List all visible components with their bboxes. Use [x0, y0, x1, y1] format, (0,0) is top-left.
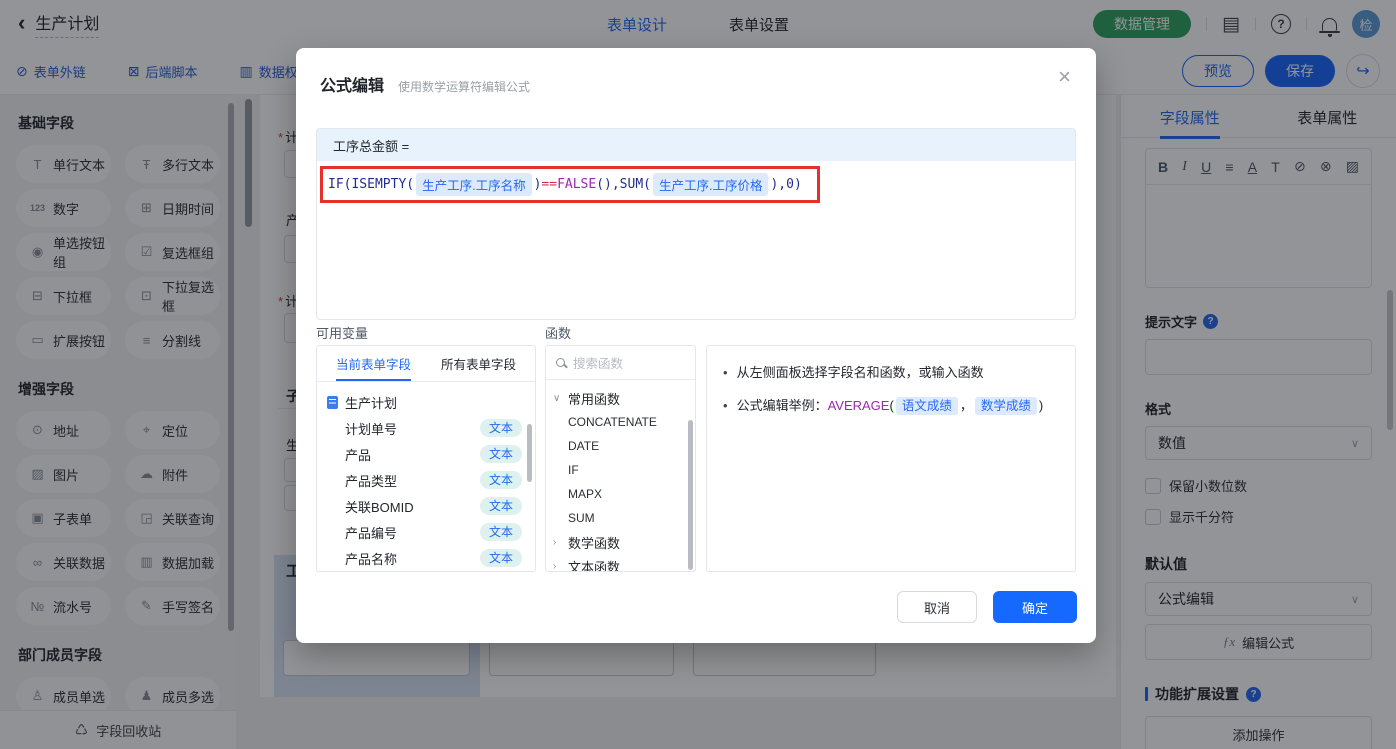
variable-type-badge: 文本 — [479, 549, 522, 567]
function-item[interactable]: IF — [546, 458, 695, 482]
cancel-button[interactable]: 取消 — [897, 591, 977, 623]
chevron-right-icon: › — [553, 536, 557, 548]
modal-footer: 取消 确定 — [897, 591, 1077, 623]
variable-name: 产品名称 — [345, 551, 398, 567]
variable-type-badge: 文本 — [479, 497, 522, 515]
variables-rows: 计划单号 文本 产品 文本 产品类型 文本 关联BOMID 文本 产品编号 文本… — [317, 415, 535, 571]
variable-row[interactable]: 关联BOMID 文本 — [317, 493, 535, 519]
variable-row[interactable]: 产品 文本 — [317, 441, 535, 467]
variable-type-badge: 文本 — [479, 419, 522, 437]
functions-scrollbar[interactable] — [688, 420, 693, 570]
variable-name: 计划单号 — [345, 421, 398, 437]
example-token: ( — [889, 398, 894, 413]
function-groups: › 数学函数 › 文本函数 — [546, 530, 695, 572]
variable-type-badge: 文本 — [479, 471, 522, 489]
help-line-1: • 从左侧面板选择字段名和函数，或输入函数 — [723, 363, 1059, 383]
modal-header: 公式编辑 使用数学运算符编辑公式 — [296, 48, 1096, 96]
variables-tree-root[interactable]: 生产计划 — [317, 389, 535, 415]
function-search[interactable]: 搜索函数 — [546, 346, 695, 380]
example-token: ) — [1038, 398, 1044, 413]
variables-tab[interactable]: 所有表单字段 — [441, 346, 516, 381]
confirm-button[interactable]: 确定 — [993, 591, 1077, 623]
variables-label: 可用变量 — [316, 326, 369, 341]
variable-name: 产品类型 — [345, 473, 398, 489]
variables-scrollbar[interactable] — [527, 424, 532, 482]
help-example: 公式编辑举例：AVERAGE(语文成绩，数学成绩) — [736, 396, 1044, 416]
variables-panel: 当前表单字段 所有表单字段 生产计划 计划单号 文本 产品 文本 产品类型 文本… — [316, 345, 536, 572]
formula-token: == — [541, 177, 558, 192]
formula-token: 生产工序.工序价格 — [653, 173, 769, 196]
example-token: AVERAGE — [827, 398, 890, 413]
example-token: 数学成绩 — [974, 397, 1037, 415]
help-panel: • 从左侧面板选择字段名和函数，或输入函数 • 公式编辑举例：AVERAGE(语… — [706, 345, 1076, 572]
formula-token: ),0) — [770, 177, 802, 192]
bullet: • — [723, 398, 728, 413]
variable-row[interactable]: 产品名称 文本 — [317, 545, 535, 571]
variable-type-badge: 文本 — [479, 445, 522, 463]
function-item[interactable]: DATE — [546, 434, 695, 458]
formula-editor-modal: 公式编辑 使用数学运算符编辑公式 × 工序总金额 = IF(ISEMPTY(生产… — [296, 48, 1096, 643]
search-placeholder: 搜索函数 — [573, 357, 624, 371]
function-item[interactable]: MAPX — [546, 482, 695, 506]
example-token: 语文成绩 — [895, 397, 958, 415]
variable-name: 产品 — [345, 447, 372, 463]
variable-name: 关联BOMID — [345, 499, 414, 515]
modal-title: 公式编辑 — [320, 78, 385, 95]
help-line-2: • 公式编辑举例：AVERAGE(语文成绩，数学成绩) — [723, 396, 1059, 416]
variables-tabs: 当前表单字段 所有表单字段 — [317, 346, 535, 382]
chevron-right-icon: › — [553, 560, 557, 572]
functions-label: 函数 — [545, 326, 572, 341]
formula-token: 生产工序.工序名称 — [416, 173, 532, 196]
variable-name: 产品编号 — [345, 525, 398, 541]
variables-tab[interactable]: 当前表单字段 — [336, 346, 411, 381]
function-group[interactable]: › 数学函数 — [546, 530, 695, 554]
chevron-down-icon: ∨ — [553, 392, 561, 404]
formula-token: ) — [533, 177, 542, 192]
variable-row[interactable]: 计划单号 文本 — [317, 415, 535, 441]
formula-token: FALSE — [557, 177, 597, 192]
variable-row[interactable]: 产品编号 文本 — [317, 519, 535, 545]
modal-subtitle: 使用数学运算符编辑公式 — [398, 80, 531, 94]
function-item[interactable]: SUM — [546, 506, 695, 530]
variables-list: 生产计划 计划单号 文本 产品 文本 产品类型 文本 关联BOMID 文本 产品… — [317, 382, 535, 571]
formula-expression[interactable]: IF(ISEMPTY(生产工序.工序名称) == FALSE (),SUM(生产工序.… — [320, 166, 820, 203]
bullet: • — [723, 365, 728, 380]
example-token: 公式编辑举例： — [736, 398, 828, 413]
form-doc-icon — [327, 395, 338, 409]
function-group[interactable]: › 文本函数 — [546, 554, 695, 572]
app-root: ‹ 生产计划 表单设计 表单设置 数据管理 ▤ ? 检 ⊘ 表单外链 ⊠ 后端脚… — [0, 0, 1396, 749]
search-icon — [556, 358, 565, 367]
function-group-common[interactable]: ∨ 常用函数 — [546, 386, 695, 410]
functions-panel: 搜索函数 ∨ 常用函数 CONCATENATE DATE IF MAPX SUM › 数… — [545, 345, 696, 572]
formula-card: 工序总金额 = IF(ISEMPTY(生产工序.工序名称) == FALSE (),S… — [316, 128, 1076, 320]
formula-editor-area[interactable]: IF(ISEMPTY(生产工序.工序名称) == FALSE (),SUM(生产工序.… — [317, 161, 1075, 319]
formula-target: 工序总金额 = — [317, 129, 1075, 161]
function-items: CONCATENATE DATE IF MAPX SUM — [546, 410, 695, 530]
function-item[interactable]: CONCATENATE — [546, 410, 695, 434]
formula-token: (),SUM( — [596, 177, 651, 192]
close-icon[interactable]: × — [1058, 66, 1071, 88]
variable-type-badge: 文本 — [479, 523, 522, 541]
variable-row[interactable]: 产品类型 文本 — [317, 467, 535, 493]
example-token: ， — [959, 398, 973, 413]
formula-token: IF(ISEMPTY( — [328, 177, 415, 192]
